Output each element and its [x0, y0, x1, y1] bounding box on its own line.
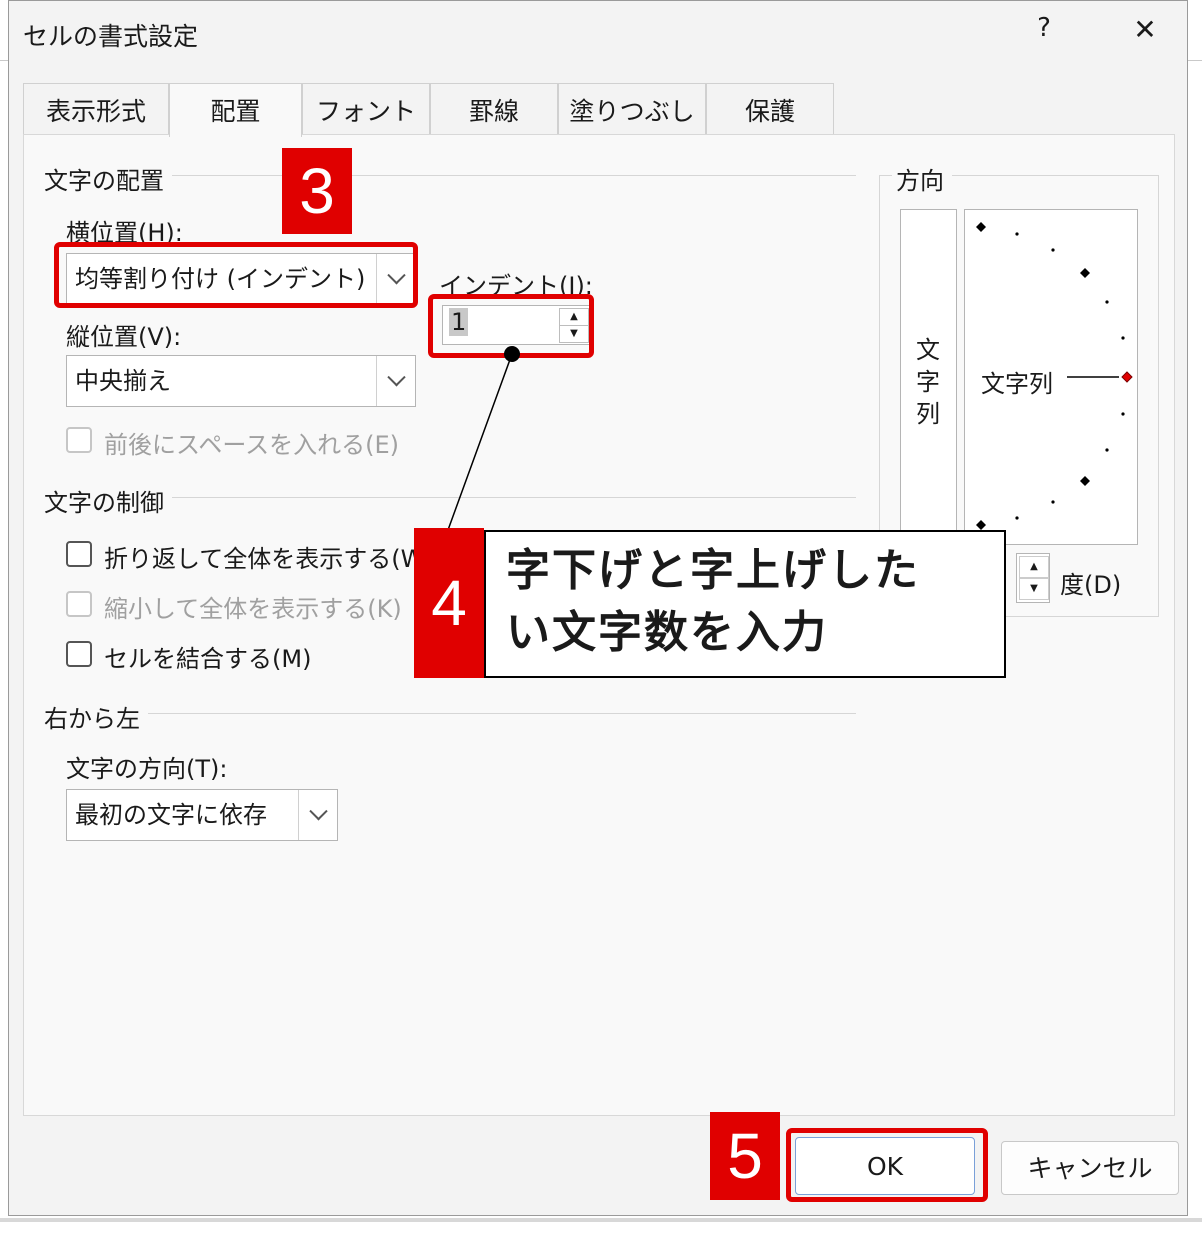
- vertical-label: 縦位置(V):: [66, 323, 182, 351]
- text-direction-label: 文字の方向(T):: [66, 755, 228, 783]
- dial-dot: [1121, 336, 1125, 340]
- group-divider: [44, 713, 856, 714]
- degree-spinner[interactable]: ▲ ▼: [1016, 553, 1050, 603]
- group-title-right-to-left: 右から左: [44, 699, 148, 734]
- wrap-text-label: 折り返して全体を表示する(W): [104, 545, 414, 573]
- shrink-to-fit-label: 縮小して全体を表示する(K): [104, 595, 402, 623]
- close-icon: ✕: [1133, 13, 1157, 46]
- tab-fill[interactable]: 塗りつぶし: [558, 83, 706, 135]
- help-icon: ?: [1037, 13, 1051, 43]
- shrink-to-fit-checkbox[interactable]: [66, 591, 92, 617]
- dial-handle-red: [1121, 371, 1133, 383]
- dial-dot: [1051, 248, 1055, 252]
- dial-diamond: [976, 520, 986, 530]
- sheet-gridline: [1188, 60, 1202, 61]
- vertical-select[interactable]: 中央揃え: [66, 355, 416, 407]
- dial-dot: [1015, 516, 1019, 520]
- help-button[interactable]: ?: [1029, 13, 1059, 49]
- dial-text: 文字列: [981, 370, 1053, 398]
- vertical-text-char: 字: [916, 368, 940, 396]
- text-direction-select[interactable]: 最初の文字に依存: [66, 789, 338, 841]
- tab-font[interactable]: フォント: [302, 83, 430, 135]
- sheet-gridline: [0, 60, 8, 61]
- group-title-orientation: 方向: [892, 161, 952, 196]
- add-space-checkbox[interactable]: [66, 427, 92, 453]
- highlight-horizontal-select: [54, 242, 418, 308]
- text-direction-value: 最初の文字に依存: [75, 801, 267, 829]
- close-button[interactable]: ✕: [1125, 13, 1165, 51]
- dial-diamond: [1080, 268, 1090, 278]
- spin-down-icon[interactable]: ▼: [1019, 578, 1049, 600]
- dial-dot: [1105, 300, 1109, 304]
- merge-cells-label: セルを結合する(M): [104, 645, 312, 673]
- tab-protection[interactable]: 保護: [706, 83, 834, 135]
- callout-line: い文字数を入力: [506, 607, 828, 658]
- tab-number-format[interactable]: 表示形式: [23, 83, 169, 135]
- vertical-text-char: 文: [916, 336, 940, 364]
- step-4-badge: 4: [414, 528, 484, 678]
- chevron-down-icon[interactable]: [376, 356, 415, 406]
- dial-dot: [1051, 500, 1055, 504]
- vertical-select-value: 中央揃え: [75, 367, 171, 395]
- step-3-badge: 3: [282, 148, 352, 234]
- dial-diamond: [1080, 476, 1090, 486]
- highlight-indent-spinner: [428, 294, 594, 358]
- dialog-title: セルの書式設定: [23, 22, 199, 51]
- vertical-text-button[interactable]: 文 字 列: [900, 209, 957, 541]
- tab-alignment[interactable]: 配置: [169, 83, 302, 137]
- callout-line: 字下げと字上げした: [506, 545, 920, 596]
- spin-up-icon[interactable]: ▲: [1019, 556, 1049, 578]
- wrap-text-checkbox[interactable]: [66, 541, 92, 567]
- degree-label: 度(D): [1060, 571, 1122, 599]
- step-4-callout: 字下げと字上げした い文字数を入力: [484, 530, 1006, 678]
- dial-dot: [1015, 232, 1019, 236]
- dial-dot: [1121, 412, 1125, 416]
- tab-border[interactable]: 罫線: [430, 83, 558, 135]
- orientation-dial[interactable]: 文字列: [964, 209, 1138, 545]
- vertical-text-char: 列: [916, 400, 940, 428]
- group-title-text-control: 文字の制御: [44, 483, 172, 518]
- group-title-text-alignment: 文字の配置: [44, 161, 172, 196]
- highlight-ok-button: [786, 1128, 988, 1202]
- dial-diamond: [976, 222, 986, 232]
- add-space-label: 前後にスペースを入れる(E): [104, 431, 400, 459]
- merge-cells-checkbox[interactable]: [66, 641, 92, 667]
- chevron-down-icon[interactable]: [298, 790, 337, 840]
- sheet-bottom-edge: [0, 1218, 1202, 1222]
- cancel-button[interactable]: キャンセル: [1001, 1141, 1179, 1195]
- step-5-badge: 5: [710, 1112, 780, 1200]
- dial-dot: [1105, 448, 1109, 452]
